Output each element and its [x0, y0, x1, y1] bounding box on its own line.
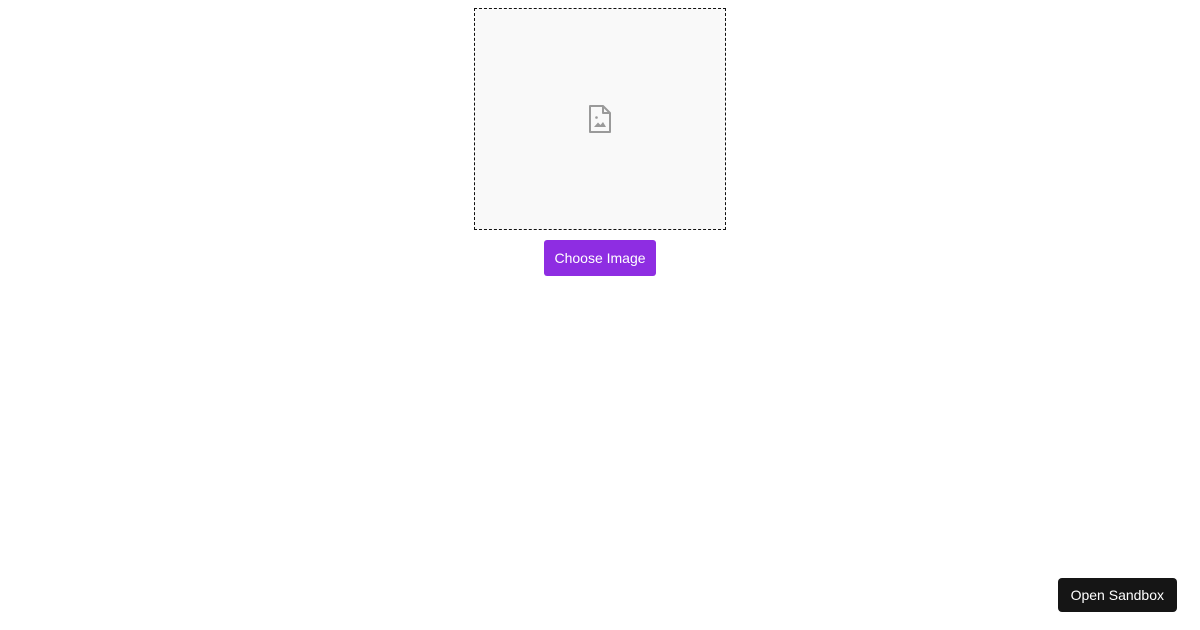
page: Choose Image Open Sandbox [0, 0, 1200, 630]
choose-image-button[interactable]: Choose Image [544, 240, 656, 276]
image-uploader: Choose Image [474, 8, 726, 276]
image-dropzone[interactable] [474, 8, 726, 230]
image-file-icon [588, 104, 612, 134]
open-sandbox-button[interactable]: Open Sandbox [1057, 578, 1177, 612]
